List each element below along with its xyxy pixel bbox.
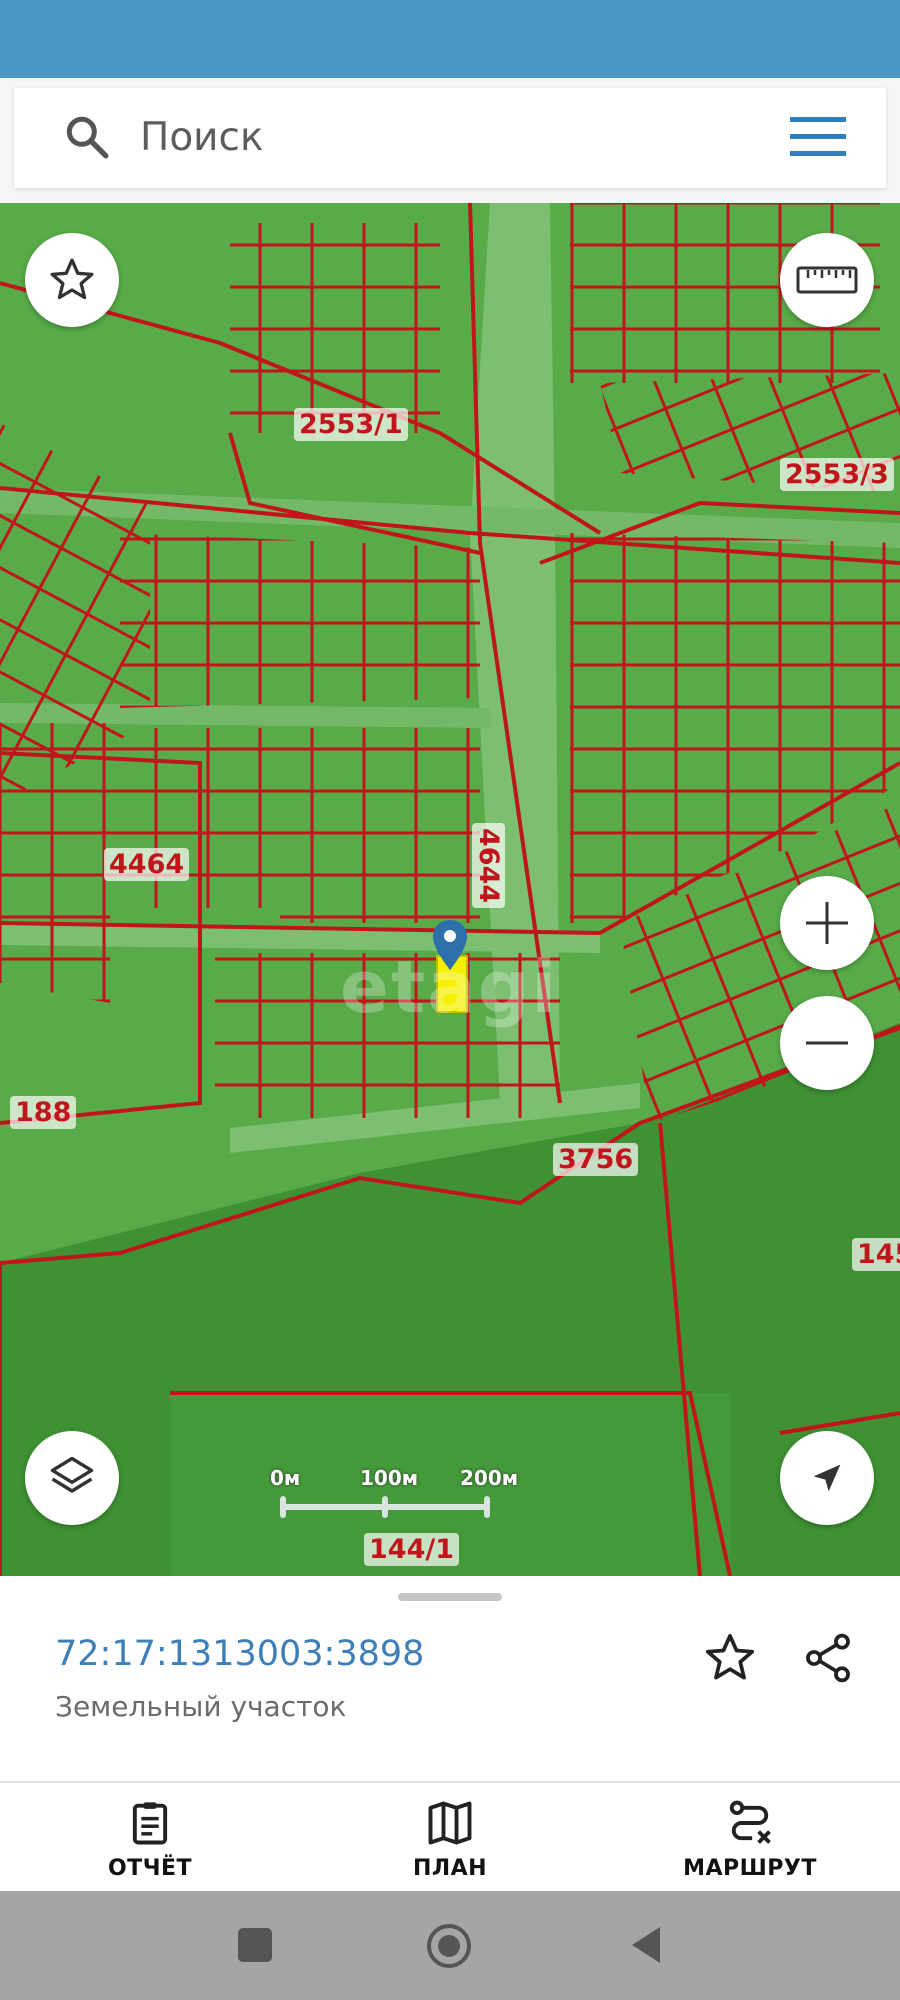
- status-bar: [0, 0, 900, 78]
- bottom-navigation: ОТЧЁТ ПЛАН МАРШРУТ: [0, 1783, 900, 1891]
- parcel-label[interactable]: 2553/3: [780, 458, 894, 491]
- ruler-button[interactable]: [780, 233, 874, 327]
- map-canvas: [0, 203, 900, 1576]
- scale-tick: [484, 1496, 490, 1518]
- search-icon[interactable]: [62, 112, 112, 162]
- sheet-drag-handle[interactable]: [398, 1593, 502, 1601]
- plus-icon: [806, 902, 848, 944]
- zoom-out-button[interactable]: [780, 996, 874, 1090]
- parcel-type: Земельный участок: [55, 1690, 347, 1723]
- parcel-label[interactable]: 144/1: [364, 1533, 460, 1566]
- my-location-button[interactable]: [780, 1431, 874, 1525]
- parcel-label[interactable]: 3756: [553, 1143, 639, 1176]
- watermark: etagi: [340, 945, 559, 1029]
- system-navigation-bar: [0, 1891, 900, 2000]
- zoom-in-button[interactable]: [780, 876, 874, 970]
- nav-route[interactable]: МАРШРУТ: [640, 1783, 860, 1891]
- layers-button[interactable]: [25, 1431, 119, 1525]
- cadastral-map[interactable]: etagi 2553/1 2553/3 4644 4464 188 3756 1…: [0, 203, 900, 1576]
- nav-plan-label: ПЛАН: [412, 1856, 488, 1881]
- parcel-label[interactable]: 145: [852, 1238, 900, 1271]
- nav-route-label: МАРШРУТ: [683, 1856, 817, 1881]
- navigation-arrow-icon: [813, 1464, 841, 1492]
- minus-icon: [806, 1041, 848, 1045]
- recent-apps-button[interactable]: [238, 1928, 272, 1962]
- nav-report[interactable]: ОТЧЁТ: [40, 1783, 260, 1891]
- scale-label: 200м: [460, 1466, 519, 1490]
- search-bar-container: Поиск: [0, 78, 900, 203]
- layers-icon: [50, 1456, 94, 1493]
- ruler-icon: [796, 266, 858, 294]
- scale-bar: 0м 100м 200м: [270, 1466, 518, 1526]
- search-input[interactable]: Поиск: [140, 112, 264, 164]
- nav-report-label: ОТЧЁТ: [107, 1856, 193, 1881]
- home-button[interactable]: [426, 1923, 472, 1969]
- report-icon: [132, 1802, 168, 1845]
- star-outline-icon: [50, 258, 94, 300]
- scale-label: 100м: [360, 1466, 419, 1490]
- back-button[interactable]: [628, 1925, 662, 1965]
- route-icon: [729, 1800, 771, 1844]
- nav-plan[interactable]: ПЛАН: [340, 1783, 560, 1891]
- parcel-label[interactable]: 188: [10, 1096, 77, 1129]
- parcel-label[interactable]: 2553/1: [294, 408, 408, 441]
- parcel-info-sheet[interactable]: 72:17:1313003:3898 Земельный участок: [0, 1576, 900, 1783]
- parcel-label[interactable]: 4644: [472, 823, 505, 909]
- favorite-star-icon[interactable]: [702, 1630, 758, 1686]
- menu-icon[interactable]: [790, 115, 846, 159]
- share-icon[interactable]: [800, 1630, 856, 1686]
- scale-tick: [382, 1496, 388, 1518]
- map-plan-icon: [428, 1801, 472, 1845]
- scale-tick: [280, 1496, 286, 1518]
- favorites-button[interactable]: [25, 233, 119, 327]
- scale-label: 0м: [270, 1466, 301, 1490]
- cadastral-number[interactable]: 72:17:1313003:3898: [55, 1634, 424, 1674]
- search-bar[interactable]: Поиск: [14, 88, 886, 188]
- parcel-label[interactable]: 4464: [104, 848, 190, 881]
